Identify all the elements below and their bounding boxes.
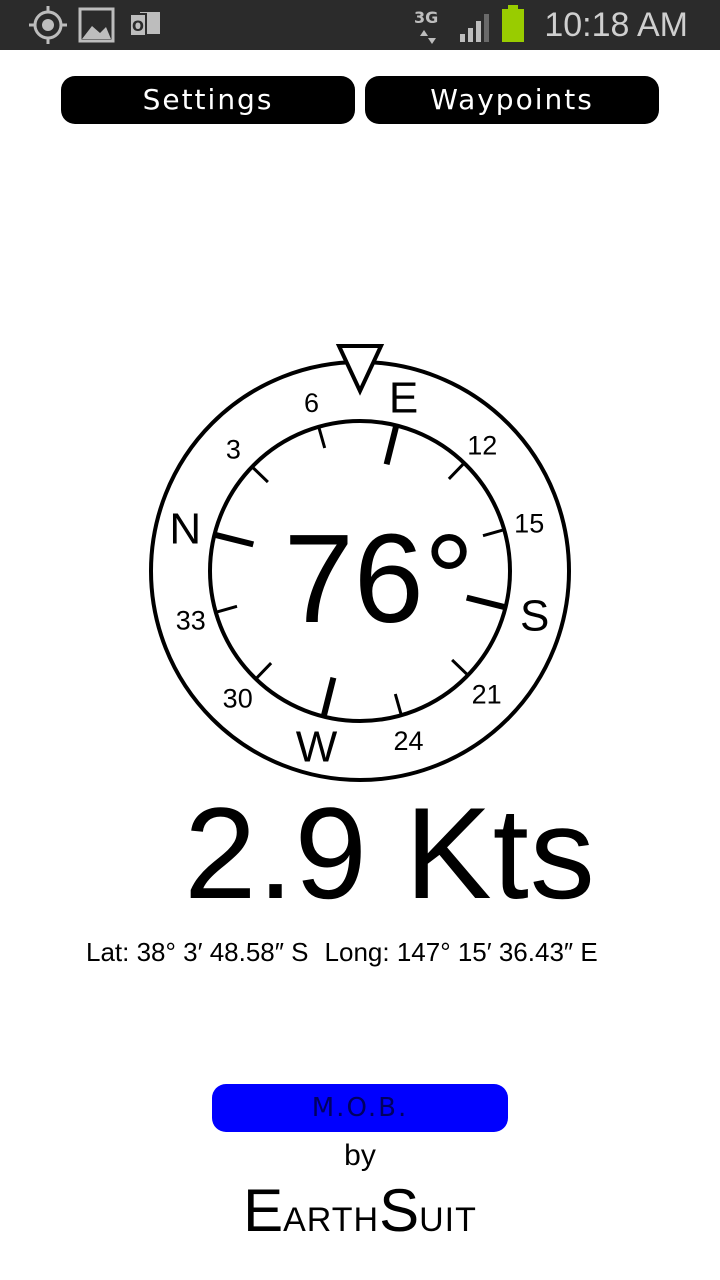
- tick-30: [254, 662, 273, 680]
- gallery-icon: [78, 7, 115, 43]
- tick-33: [215, 604, 238, 614]
- brand-letter-s: S: [379, 1177, 420, 1244]
- battery-icon: [502, 5, 524, 42]
- tick-cardinal-e: [383, 424, 400, 466]
- degree-label-30: 30: [223, 684, 253, 714]
- degree-label-24: 24: [393, 726, 423, 756]
- tick-15: [482, 528, 505, 538]
- cardinal-label-n: N: [169, 505, 201, 554]
- speed-readout: 2.9 Kts: [184, 780, 596, 926]
- position-readout: Lat: 38° 3′ 48.58″ S Long: 147° 15′ 36.43…: [86, 932, 660, 972]
- status-time: 10:18 AM: [544, 6, 688, 44]
- tick-cardinal-n: [213, 531, 255, 548]
- settings-button[interactable]: Settings: [61, 76, 355, 124]
- tick-3: [251, 465, 269, 484]
- brand-text-uit: UIT: [419, 1201, 477, 1239]
- waypoints-button[interactable]: Waypoints: [365, 76, 659, 124]
- latitude-text: Lat: 38° 3′ 48.58″ S: [86, 937, 309, 967]
- credit-by: by: [344, 1139, 376, 1172]
- tick-21: [451, 658, 469, 677]
- tick-6: [317, 426, 327, 449]
- tick-cardinal-w: [320, 676, 337, 718]
- degree-label-21: 21: [472, 679, 502, 709]
- app-screen: O 3G 10:18 AM Settings Waypoints N E S W 3 6 1…: [0, 0, 720, 1280]
- cardinal-label-s: S: [520, 592, 549, 641]
- svg-text:O: O: [132, 19, 144, 35]
- brand-text-arth: ARTH: [283, 1201, 380, 1239]
- degree-label-6: 6: [304, 388, 319, 418]
- mob-button[interactable]: M.O.B.: [212, 1084, 508, 1132]
- heading-pointer-icon: [335, 344, 385, 396]
- degree-label-12: 12: [467, 430, 497, 460]
- degree-label-33: 33: [176, 606, 206, 636]
- svg-text:3G: 3G: [414, 8, 438, 27]
- cardinal-label-e: E: [389, 373, 418, 422]
- compass-dial: N E S W 3 6 12 15 21 24 30 33 76°: [149, 344, 571, 782]
- brand-logo: EARTHSUIT: [0, 1176, 720, 1262]
- brand-letter-e: E: [243, 1177, 284, 1244]
- heading-readout: 76°: [284, 508, 475, 649]
- degree-label-3: 3: [226, 435, 241, 465]
- status-bar: O 3G 10:18 AM: [0, 0, 720, 50]
- longitude-text: Long: 147° 15′ 36.43″ E: [324, 937, 598, 967]
- degree-label-15: 15: [514, 509, 544, 539]
- outlook-icon: O: [129, 12, 160, 37]
- tick-12: [447, 462, 466, 480]
- network-icon: 3G: [414, 8, 438, 44]
- cardinal-label-w: W: [296, 723, 338, 772]
- gps-icon: [29, 6, 67, 44]
- signal-icon: [460, 14, 489, 42]
- tick-24: [393, 693, 403, 716]
